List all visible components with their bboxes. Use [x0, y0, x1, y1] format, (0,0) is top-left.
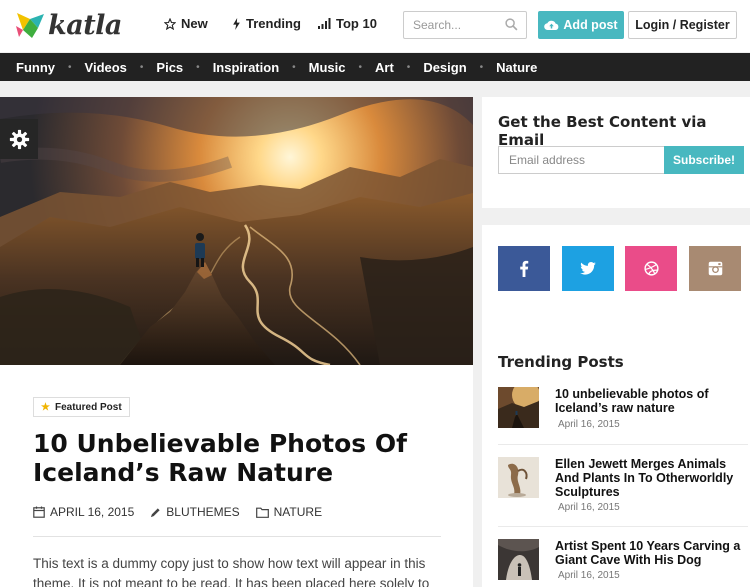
cloud-upload-icon — [544, 20, 559, 30]
featured-post-label: Featured Post — [54, 401, 122, 413]
article-meta: APRIL 16, 2015 BLUTHEMES NATURE — [33, 505, 338, 519]
post-thumbnail — [498, 457, 539, 498]
category-nav: Funny • Videos • Pics • Inspiration • Mu… — [0, 53, 750, 81]
folder-icon — [255, 507, 269, 518]
article-author-text: BLUTHEMES — [166, 505, 240, 519]
trending-post-item[interactable]: Ellen Jewett Merges Animals And Plants I… — [498, 457, 748, 513]
newsletter-widget: Get the Best Content via Email Subscribe… — [482, 97, 750, 208]
settings-button[interactable] — [0, 119, 38, 159]
add-post-label: Add post — [563, 18, 618, 32]
mountain-landscape-image — [0, 97, 473, 365]
category-funny[interactable]: Funny — [16, 60, 55, 75]
article-author[interactable]: BLUTHEMES — [150, 505, 240, 519]
login-register-button[interactable]: Login / Register — [628, 11, 737, 39]
star-icon: ★ — [41, 401, 50, 413]
divider — [33, 536, 441, 537]
category-design[interactable]: Design — [423, 60, 466, 75]
bolt-icon — [233, 17, 240, 30]
instagram-button[interactable] — [689, 246, 741, 291]
nav-separator: • — [406, 61, 411, 73]
article-card: ★ Featured Post 10 Unbelievable Photos O… — [0, 365, 473, 587]
search-icon[interactable] — [505, 18, 518, 31]
nav-separator: • — [139, 61, 144, 73]
facebook-button[interactable] — [498, 246, 550, 291]
category-music[interactable]: Music — [309, 60, 346, 75]
nav-new-label: New — [181, 16, 208, 31]
article-date: APRIL 16, 2015 — [33, 505, 134, 519]
nav-top10-label: Top 10 — [336, 16, 377, 31]
article-category-text: NATURE — [273, 505, 323, 519]
article-excerpt: This text is a dummy copy just to show h… — [33, 556, 430, 587]
newsletter-heading: Get the Best Content via Email — [498, 113, 707, 149]
divider — [498, 444, 748, 445]
gear-icon — [9, 129, 29, 149]
nav-separator: • — [479, 61, 484, 73]
dribbble-icon — [643, 261, 659, 276]
nav-new[interactable]: New — [164, 16, 208, 31]
nav-separator: • — [358, 61, 363, 73]
dribbble-button[interactable] — [625, 246, 677, 291]
post-thumbnail — [498, 387, 539, 428]
nav-separator: • — [68, 61, 72, 73]
site-header: katla New Trending Top 10 Add post Login… — [0, 0, 750, 52]
subscribe-button[interactable]: Subscribe! — [664, 146, 744, 174]
post-thumbnail — [498, 539, 539, 580]
pencil-icon — [151, 507, 160, 517]
category-art[interactable]: Art — [375, 60, 394, 75]
divider — [498, 526, 748, 527]
trending-post-title: 10 unbelievable photos of Iceland’s raw … — [555, 387, 709, 415]
twitter-icon — [580, 262, 596, 275]
add-post-button[interactable]: Add post — [538, 11, 624, 39]
social-widget — [482, 225, 750, 343]
category-nature[interactable]: Nature — [496, 60, 537, 75]
calendar-icon — [33, 506, 45, 518]
twitter-button[interactable] — [562, 246, 614, 291]
nav-top10[interactable]: Top 10 — [318, 16, 377, 31]
trending-post-date: April 16, 2015 — [558, 502, 620, 513]
trending-post-date: April 16, 2015 — [558, 419, 620, 430]
nav-trending-label: Trending — [246, 16, 301, 31]
search-box — [403, 11, 527, 39]
nav-separator: • — [292, 61, 296, 73]
trending-post-title: Artist Spent 10 Years Carving a Giant Ca… — [555, 539, 741, 567]
nav-trending[interactable]: Trending — [232, 16, 301, 31]
article-category[interactable]: NATURE — [255, 505, 323, 519]
trending-post-item[interactable]: Artist Spent 10 Years Carving a Giant Ca… — [498, 539, 748, 584]
trending-post-date: April 16, 2015 — [558, 570, 620, 581]
instagram-icon — [708, 261, 722, 276]
category-videos[interactable]: Videos — [85, 60, 127, 75]
category-inspiration[interactable]: Inspiration — [213, 60, 279, 75]
category-pics[interactable]: Pics — [156, 60, 183, 75]
logo-mark-icon — [16, 13, 44, 38]
nav-separator: • — [196, 61, 200, 73]
article-title[interactable]: 10 Unbelievable Photos Of Iceland’s Raw … — [33, 429, 453, 487]
bar-chart-icon — [318, 18, 331, 29]
article-date-text: APRIL 16, 2015 — [50, 505, 135, 519]
search-input[interactable] — [404, 12, 500, 38]
facebook-icon — [520, 260, 529, 277]
logo-text: katla — [48, 9, 122, 41]
email-field[interactable] — [498, 146, 664, 174]
trending-posts-widget: Trending Posts 10 unbelievable photos of… — [482, 340, 750, 587]
star-outline-icon — [164, 17, 176, 30]
trending-post-item[interactable]: 10 unbelievable photos of Iceland’s raw … — [498, 387, 748, 433]
site-logo[interactable]: katla — [14, 8, 122, 42]
trending-post-title: Ellen Jewett Merges Animals And Plants I… — [555, 457, 734, 499]
featured-image[interactable] — [0, 97, 473, 365]
trending-heading: Trending Posts — [498, 353, 624, 371]
featured-post-badge: ★ Featured Post — [33, 397, 130, 417]
